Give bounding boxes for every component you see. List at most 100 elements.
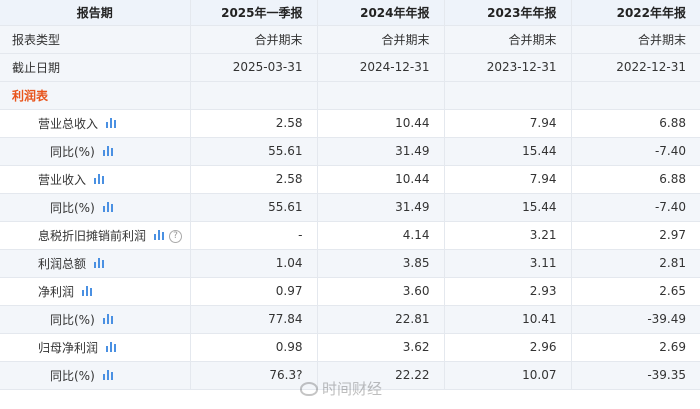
cell: 2.93 [444,277,572,306]
table-row: 营业收入 2.58 10.44 7.94 6.88 [0,165,700,194]
cell: 31.49 [317,193,445,222]
cell [317,81,445,110]
cell: - [190,221,318,250]
cell [571,81,700,110]
cell: 55.61 [190,137,318,166]
row-label: 归母净利润 [38,340,99,355]
cell: 10.07 [444,361,572,390]
cell [190,81,318,110]
bar-chart-icon[interactable] [82,285,93,299]
row-label-cell: 净利润 [0,277,191,306]
row-label-cell: 利润总额 [0,249,191,278]
table-row: 利润总额 1.04 3.85 3.11 2.81 [0,249,700,278]
row-label-cell: 营业收入 [0,165,191,194]
table-row: 息税折旧摊销前利润? - 4.14 3.21 2.97 [0,221,700,250]
row-label-cell: 归母净利润 [0,333,191,362]
row-label-cell: 同比(%) [0,193,191,222]
cell: 3.62 [317,333,445,362]
cell: 31.49 [317,137,445,166]
cell: 0.97 [190,277,318,306]
table-row: 截止日期 2025-03-31 2024-12-31 2023-12-31 20… [0,53,700,82]
cell: 2022-12-31 [571,53,700,82]
cell: 2.96 [444,333,572,362]
cell: 合并期末 [190,25,318,54]
cell: 2023-12-31 [444,53,572,82]
cell: 合并期末 [444,25,572,54]
row-label: 同比(%) [50,200,95,215]
cell: 15.44 [444,137,572,166]
financial-table: 报告期 2025年一季报 2024年年报 2023年年报 2022年年报 报表类… [0,0,700,390]
section-row: 利润表 [0,81,700,110]
bar-chart-icon[interactable] [94,173,105,187]
cell: 76.3? [190,361,318,390]
cell: -39.49 [571,305,700,334]
table-row: 同比(%) 55.61 31.49 15.44 -7.40 [0,137,700,166]
cell: 10.44 [317,109,445,138]
row-label: 营业收入 [38,172,87,187]
cell [444,81,572,110]
cell: 55.61 [190,193,318,222]
row-label: 净利润 [38,284,75,299]
row-label: 营业总收入 [38,116,99,131]
cell: 22.22 [317,361,445,390]
header-row: 报告期 2025年一季报 2024年年报 2023年年报 2022年年报 [0,0,700,26]
cell: 0.98 [190,333,318,362]
bar-chart-icon[interactable] [102,313,113,327]
cell: -7.40 [571,137,700,166]
row-label: 利润总额 [38,256,87,271]
cell: 4.14 [317,221,445,250]
cell: 3.11 [444,249,572,278]
row-label: 同比(%) [50,312,95,327]
row-label: 截止日期 [0,53,191,82]
cell: -7.40 [571,193,700,222]
bar-chart-icon[interactable] [106,341,117,355]
row-label: 报表类型 [0,25,191,54]
cell: 2.97 [571,221,700,250]
table-row: 同比(%) 77.84 22.81 10.41 -39.49 [0,305,700,334]
cell: 2.69 [571,333,700,362]
bar-chart-icon[interactable] [102,201,113,215]
cell: 2.81 [571,249,700,278]
bar-chart-icon[interactable] [102,369,113,383]
row-label-cell: 同比(%) [0,305,191,334]
section-title: 利润表 [12,88,49,103]
row-label: 同比(%) [50,368,95,383]
cell: 1.04 [190,249,318,278]
table-row: 净利润 0.97 3.60 2.93 2.65 [0,277,700,306]
bar-chart-icon[interactable] [102,145,113,159]
bar-chart-icon[interactable] [154,229,165,243]
row-label: 同比(%) [50,144,95,159]
cell: 2.65 [571,277,700,306]
bar-chart-icon[interactable] [106,117,117,131]
cell: 3.60 [317,277,445,306]
table-row: 同比(%) 76.3? 22.22 10.07 -39.35 [0,361,700,390]
cell: 7.94 [444,109,572,138]
cell: 2.58 [190,165,318,194]
question-circle-icon[interactable]: ? [169,229,183,243]
header-col-2023: 2023年年报 [444,0,572,26]
section-label: 利润表 [0,81,191,110]
row-label-cell: 营业总收入 [0,109,191,138]
table-row: 同比(%) 55.61 31.49 15.44 -7.40 [0,193,700,222]
cell: 10.41 [444,305,572,334]
cell: 7.94 [444,165,572,194]
cell: 合并期末 [571,25,700,54]
cell: 6.88 [571,109,700,138]
row-label-cell: 息税折旧摊销前利润? [0,221,191,250]
cell: 77.84 [190,305,318,334]
bar-chart-icon[interactable] [94,257,105,271]
table-row: 营业总收入 2.58 10.44 7.94 6.88 [0,109,700,138]
cell: 22.81 [317,305,445,334]
header-col-2022: 2022年年报 [571,0,700,26]
table-row: 报表类型 合并期末 合并期末 合并期末 合并期末 [0,25,700,54]
cell: 3.21 [444,221,572,250]
header-col-2025q1: 2025年一季报 [190,0,318,26]
row-label-cell: 同比(%) [0,361,191,390]
cell: 2025-03-31 [190,53,318,82]
cell: -39.35 [571,361,700,390]
cell: 3.85 [317,249,445,278]
row-label-cell: 同比(%) [0,137,191,166]
header-col-2024: 2024年年报 [317,0,445,26]
cell: 2024-12-31 [317,53,445,82]
cell: 合并期末 [317,25,445,54]
